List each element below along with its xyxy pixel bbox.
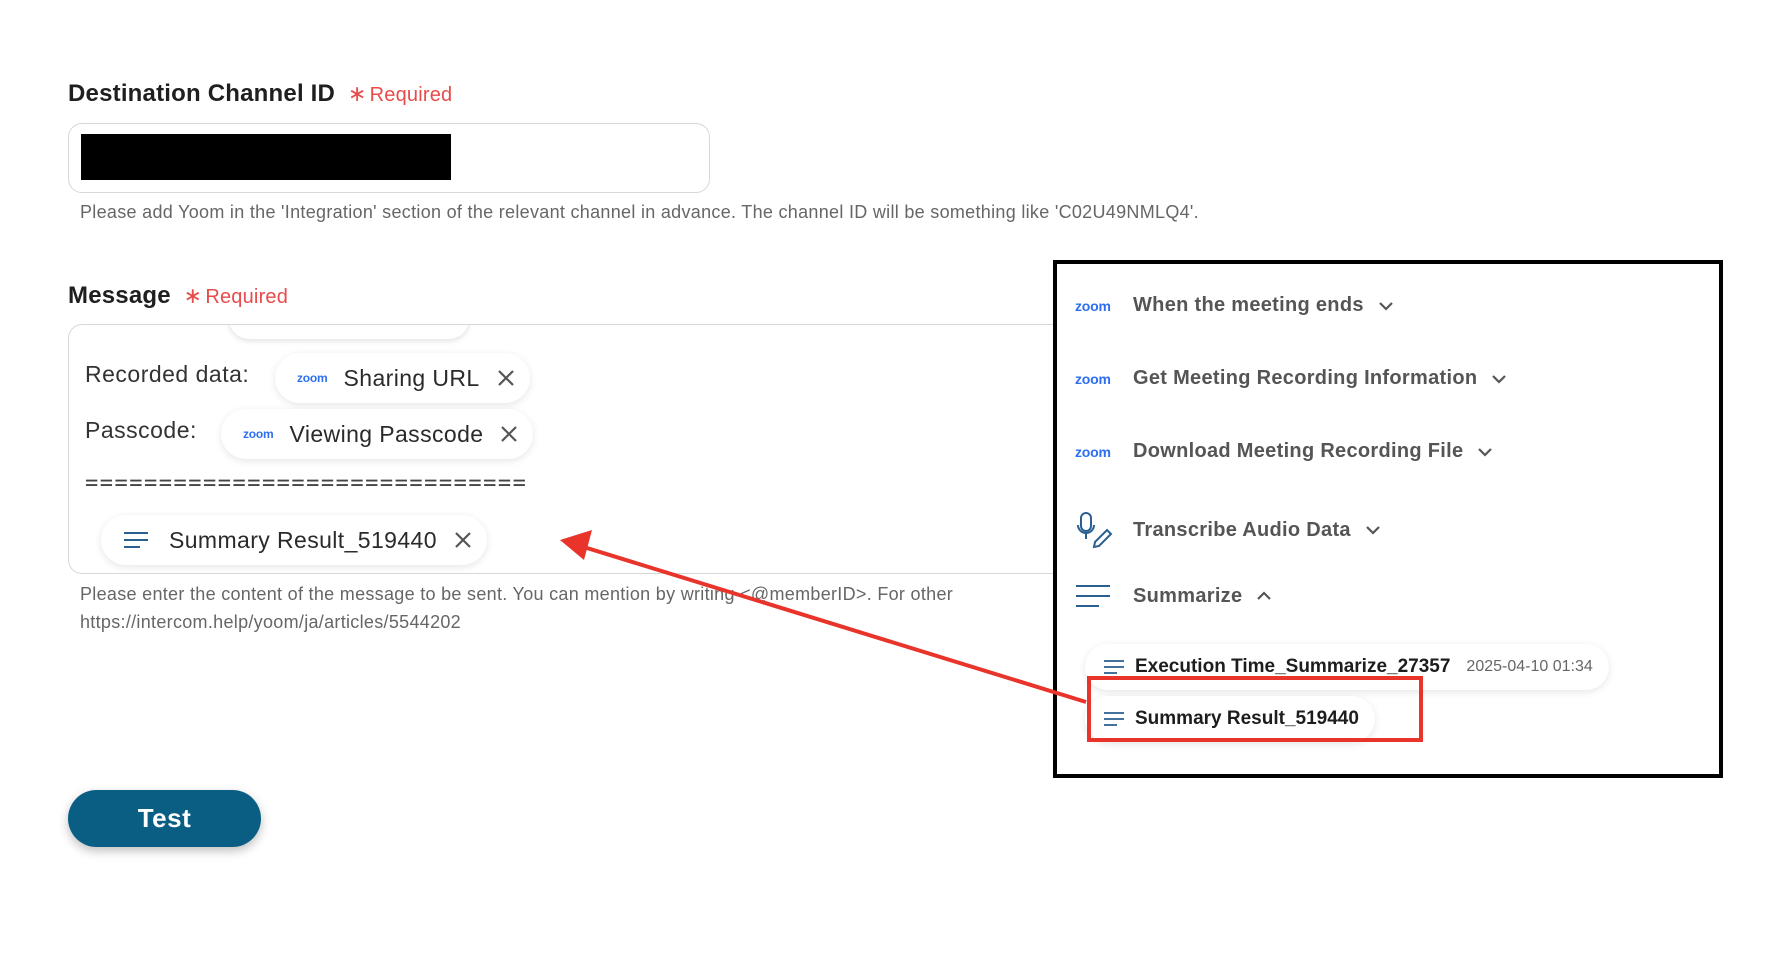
close-icon[interactable] [453, 530, 473, 550]
zoom-logo-icon: zoom [243, 427, 274, 441]
variable-chip-partial [229, 325, 469, 339]
step-transcribe-audio[interactable]: Transcribe Audio Data [1075, 510, 1381, 550]
channel-id-help: Please add Yoom in the 'Integration' sec… [80, 202, 1199, 222]
step-meeting-ends[interactable]: zoom When the meeting ends [1075, 294, 1394, 317]
message-help-line1: Please enter the content of the message … [80, 584, 954, 604]
step-summarize[interactable]: Summarize [1075, 584, 1272, 608]
zoom-logo-icon: zoom [1075, 297, 1111, 314]
required-badge: ∗ Required [347, 81, 453, 106]
required-star: ∗ [347, 81, 367, 106]
message-label: Message ∗ Required [68, 282, 288, 310]
zoom-logo-icon: zoom [1075, 370, 1111, 387]
output-label: Execution Time_Summarize_27357 [1135, 656, 1451, 677]
zoom-logo-icon: zoom [297, 371, 328, 385]
step-get-recording-info[interactable]: zoom Get Meeting Recording Information [1075, 367, 1507, 390]
step-label: When the meeting ends [1133, 294, 1364, 316]
chevron-down-icon [1492, 374, 1507, 384]
lines-icon [1103, 659, 1125, 675]
chevron-down-icon [1478, 447, 1493, 457]
redacted-value [81, 134, 451, 180]
channel-id-input[interactable] [68, 123, 710, 193]
microphone-pen-icon [1075, 510, 1133, 550]
variable-chip-viewing-passcode[interactable]: zoom Viewing Passcode [221, 409, 534, 459]
required-text: Required [369, 84, 453, 106]
variable-chip-sharing-url[interactable]: zoom Sharing URL [275, 353, 530, 403]
recorded-data-label: Recorded data: [85, 361, 250, 387]
step-download-recording[interactable]: zoom Download Meeting Recording File [1075, 440, 1493, 463]
separator-line: ============================== [85, 471, 528, 496]
channel-id-label-text: Destination Channel ID [68, 80, 336, 107]
message-label-text: Message [68, 282, 171, 309]
message-help: Please enter the content of the message … [80, 580, 1070, 636]
chevron-up-icon [1257, 591, 1272, 600]
zoom-logo-icon: zoom [1075, 443, 1111, 460]
lines-icon [1075, 584, 1133, 608]
chevron-down-icon [1378, 301, 1393, 311]
chip-label: Sharing URL [343, 364, 480, 391]
output-selector-panel: zoom When the meeting ends zoom Get Meet… [1053, 260, 1723, 778]
passcode-label: Passcode: [85, 417, 197, 443]
close-icon[interactable] [496, 368, 516, 388]
chevron-down-icon [1366, 526, 1380, 535]
output-timestamp: 2025-04-10 01:34 [1466, 658, 1593, 675]
channel-id-label: Destination Channel ID ∗ Required [68, 80, 452, 108]
required-badge: ∗ Required [183, 283, 289, 308]
message-editor[interactable]: Recorded data: zoom Sharing URL Passcode… [68, 324, 1070, 574]
step-label: Get Meeting Recording Information [1133, 367, 1478, 389]
variable-chip-summary-result[interactable]: Summary Result_519440 [101, 515, 487, 565]
test-button[interactable]: Test [68, 790, 261, 847]
required-star: ∗ [183, 283, 203, 308]
message-help-link[interactable]: https://intercom.help/yoom/ja/articles/5… [80, 608, 1070, 636]
lines-icon [124, 532, 148, 548]
step-label: Transcribe Audio Data [1133, 518, 1351, 541]
step-label: Summarize [1133, 584, 1243, 607]
chip-label: Viewing Passcode [289, 420, 484, 447]
close-icon[interactable] [499, 424, 519, 444]
annotation-highlight-box [1087, 676, 1423, 742]
step-label: Download Meeting Recording File [1133, 440, 1464, 462]
required-text: Required [205, 286, 289, 308]
chip-label: Summary Result_519440 [169, 526, 437, 553]
